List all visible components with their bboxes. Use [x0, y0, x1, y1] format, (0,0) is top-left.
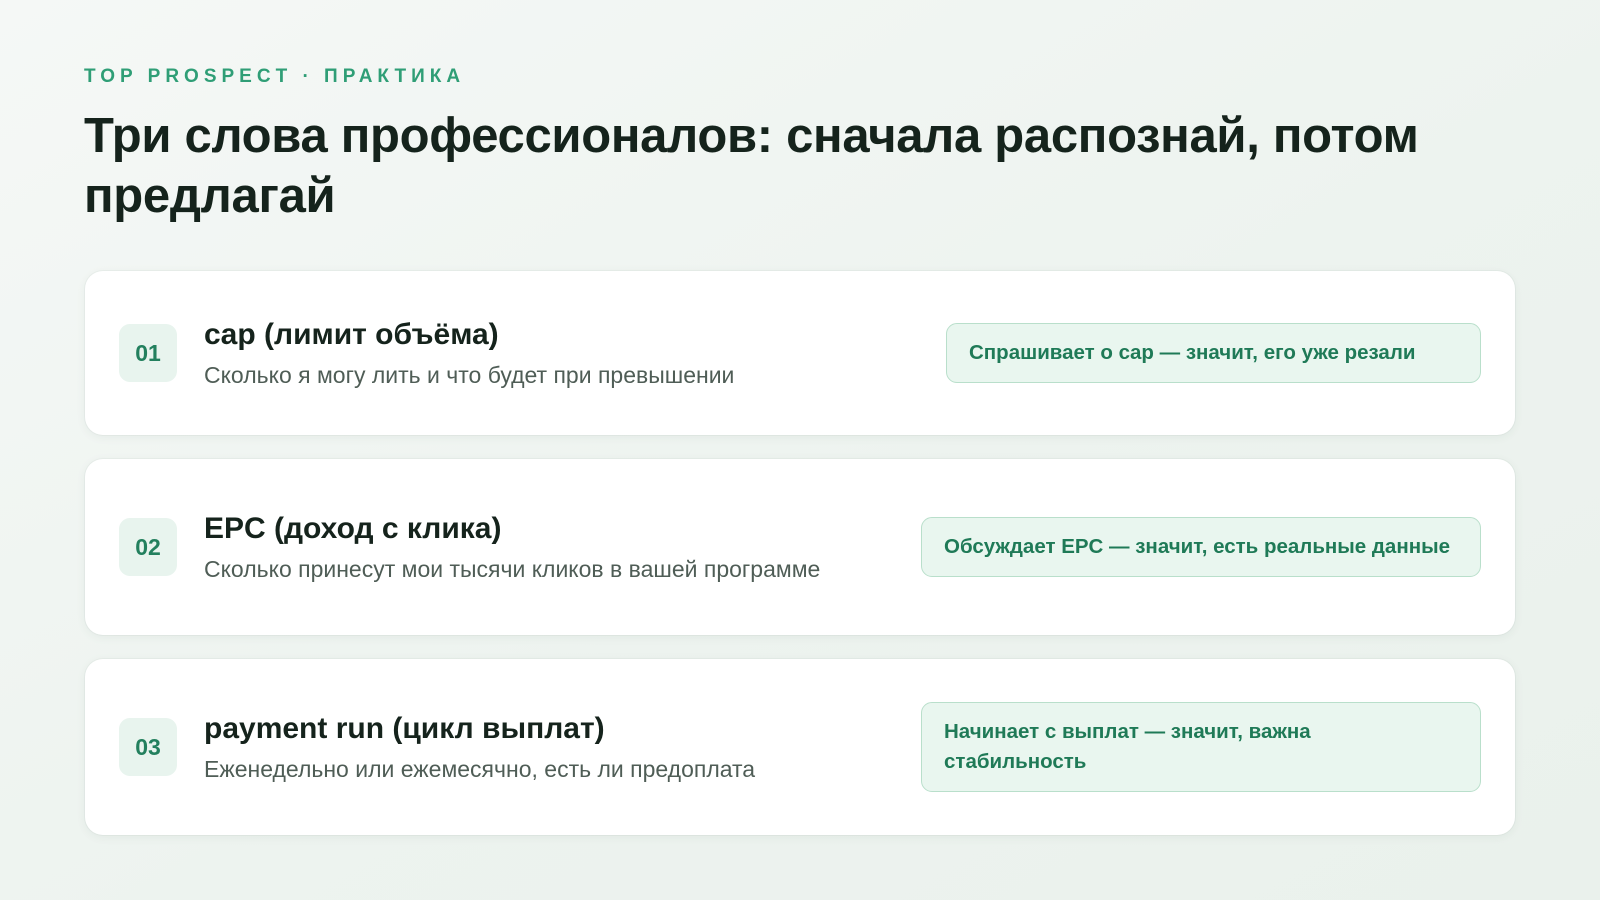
slide-title: Три слова профессионалов: сначала распоз… [84, 109, 1419, 223]
card-description: Еженедельно или ежемесячно, есть ли пред… [204, 755, 756, 782]
card-insight-note: Обсуждает EPC — значит, есть реальные да… [921, 517, 1481, 577]
card-text: payment run (цикл выплат) Еженедельно ил… [204, 711, 897, 784]
card-text: EPC (доход с клика) Сколько принесут мои… [204, 511, 897, 584]
term-card-payment-run: 03 payment run (цикл выплат) Еженедельно… [85, 659, 1515, 835]
card-description: Сколько принесут мои тысячи кликов в ваш… [204, 555, 821, 582]
term-list: 01 cap (лимит объёма) Сколько я могу лит… [85, 271, 1515, 859]
card-insight-note: Начинает с выплат — значит, важна стабил… [921, 702, 1481, 792]
card-number-badge: 01 [119, 324, 177, 382]
term-card-cap: 01 cap (лимит объёма) Сколько я могу лит… [85, 271, 1515, 435]
card-description: Сколько я могу лить и что будет при прев… [204, 361, 735, 388]
term-card-epc: 02 EPC (доход с клика) Сколько принесут … [85, 459, 1515, 635]
card-number-badge: 02 [119, 518, 177, 576]
card-number-badge: 03 [119, 718, 177, 776]
slide: TOP PROSPECT · ПРАКТИКА Три слова профес… [0, 0, 1600, 900]
card-term: payment run (цикл выплат) [204, 711, 605, 745]
card-term: cap (лимит объёма) [204, 317, 499, 351]
eyebrow-label: TOP PROSPECT · ПРАКТИКА [84, 66, 466, 87]
card-term: EPC (доход с клика) [204, 511, 502, 545]
card-text: cap (лимит объёма) Сколько я могу лить и… [204, 317, 922, 390]
card-insight-note: Спрашивает о cap — значит, его уже резал… [946, 323, 1481, 383]
